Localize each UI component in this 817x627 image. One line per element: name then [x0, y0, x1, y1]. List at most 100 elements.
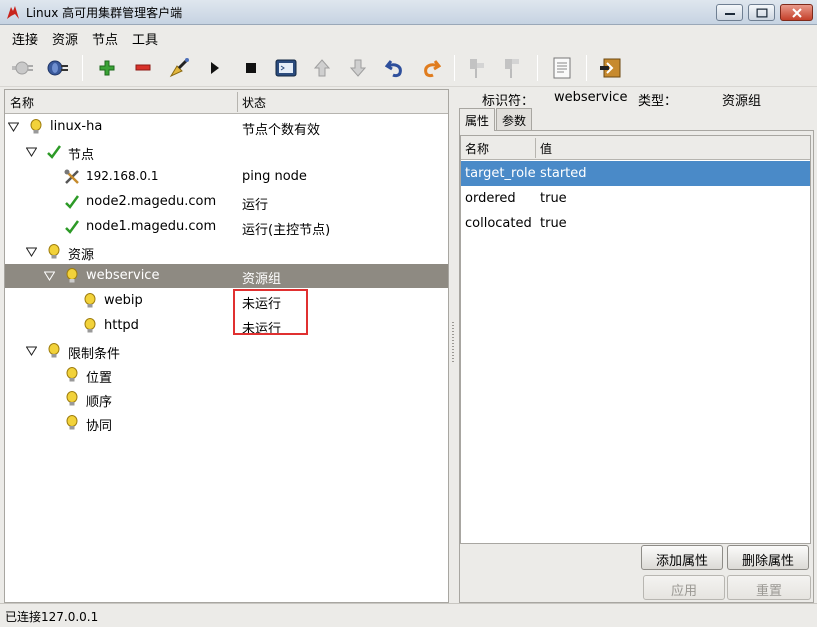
menu-node[interactable]: 节点 — [92, 29, 118, 48]
lightbulb-icon — [66, 268, 78, 283]
menu-resource[interactable]: 资源 — [52, 29, 78, 48]
column-header-name[interactable]: 名称 — [10, 94, 34, 111]
lightbulb-icon — [66, 391, 78, 406]
active-icon — [505, 59, 519, 78]
tree-label: 资源 — [68, 248, 95, 263]
type-label: 类型： — [638, 94, 678, 109]
undo-button[interactable] — [382, 55, 408, 81]
table-row[interactable]: target_role started — [461, 161, 810, 186]
tree-row-nodes[interactable]: 节点 — [5, 140, 448, 164]
tree-row-ping-node[interactable]: 192.168.0.1 ping node — [5, 165, 448, 189]
disconnect-icon — [47, 60, 68, 76]
tab-parameters[interactable]: 参数 — [496, 108, 533, 130]
move-up-button[interactable] — [309, 55, 335, 81]
chevron-down-icon[interactable] — [8, 122, 19, 132]
cleanup-button[interactable] — [166, 55, 192, 81]
reset-button[interactable]: 重置 — [727, 575, 811, 600]
tree-label: 顺序 — [86, 395, 113, 410]
id-label: 标识符： — [482, 94, 535, 109]
tree-row-httpd[interactable]: httpd 未运行 — [5, 314, 448, 338]
move-up-icon — [314, 59, 330, 77]
tree-row-colocation[interactable]: 协同 — [5, 411, 448, 435]
tree-row-webservice[interactable]: webservice 资源组 — [5, 264, 448, 288]
attribute-name: collocated — [465, 216, 532, 231]
menu-connect[interactable]: 连接 — [12, 29, 38, 48]
column-header-value[interactable]: 值 — [540, 140, 552, 157]
tree-label: webip — [104, 293, 143, 308]
redo-icon — [424, 60, 441, 78]
checkmark-icon — [65, 220, 79, 234]
lightbulb-icon — [66, 367, 78, 382]
tree-row-cluster[interactable]: linux-ha 节点个数有效 — [5, 115, 448, 139]
stop-icon — [246, 63, 256, 73]
attribute-value: started — [540, 166, 587, 181]
move-down-icon — [350, 59, 366, 77]
tree-label: 192.168.0.1 — [86, 169, 159, 183]
minimize-icon — [724, 12, 735, 15]
minimize-button[interactable] — [716, 4, 743, 21]
table-row[interactable]: ordered true — [461, 186, 810, 211]
menu-bar: 连接 资源 节点 工具 — [0, 25, 817, 49]
tree-label: webservice — [86, 268, 160, 283]
active-button[interactable] — [499, 55, 525, 81]
connection-status: 已连接127.0.0.1 — [5, 610, 99, 624]
tree-status: ping node — [242, 169, 307, 184]
toolbar — [0, 49, 817, 87]
lightbulb-icon — [66, 415, 78, 430]
connect-button[interactable] — [9, 55, 35, 81]
tree-label: httpd — [104, 318, 139, 333]
chevron-down-icon[interactable] — [26, 147, 37, 157]
tree-label: 节点 — [68, 148, 95, 163]
table-header: 名称 值 — [461, 136, 810, 160]
tree-label: 协同 — [86, 419, 113, 434]
apply-button[interactable]: 应用 — [643, 575, 725, 600]
attribute-value: true — [540, 216, 567, 231]
maximize-button[interactable] — [748, 4, 775, 21]
add-button[interactable] — [94, 55, 120, 81]
tree-row-order[interactable]: 顺序 — [5, 387, 448, 411]
standby-icon — [470, 59, 484, 78]
lightbulb-icon — [84, 318, 96, 333]
attribute-name: ordered — [465, 191, 516, 206]
tree-row-node1[interactable]: node1.magedu.com 运行(主控节点) — [5, 215, 448, 239]
tree-status: 运行 — [242, 198, 269, 213]
menu-tools[interactable]: 工具 — [132, 29, 158, 48]
table-row[interactable]: collocated true — [461, 211, 810, 236]
stop-button[interactable] — [238, 55, 264, 81]
type-value: 资源组 — [722, 94, 762, 109]
tree-row-webip[interactable]: webip 未运行 — [5, 289, 448, 313]
add-attribute-button[interactable]: 添加属性 — [641, 545, 723, 570]
chevron-down-icon[interactable] — [26, 247, 37, 257]
maximize-icon — [756, 8, 767, 17]
tree-status: 运行(主控节点) — [242, 223, 331, 238]
column-header-name[interactable]: 名称 — [465, 140, 489, 157]
exit-button[interactable] — [597, 55, 623, 81]
app-logo-icon — [7, 6, 19, 19]
tree-row-location[interactable]: 位置 — [5, 363, 448, 387]
chevron-down-icon[interactable] — [44, 271, 55, 281]
tree-row-resources[interactable]: 资源 — [5, 240, 448, 264]
column-header-status[interactable]: 状态 — [242, 94, 266, 111]
redo-button[interactable] — [418, 55, 444, 81]
checkmark-icon — [47, 145, 61, 159]
tab-attributes[interactable]: 属性 — [459, 108, 496, 131]
lightbulb-icon — [48, 343, 60, 358]
start-button[interactable] — [202, 55, 228, 81]
standby-button[interactable] — [464, 55, 490, 81]
tree-row-constraints[interactable]: 限制条件 — [5, 339, 448, 363]
close-button[interactable] — [780, 4, 813, 21]
lightbulb-icon — [30, 119, 42, 134]
chevron-down-icon[interactable] — [26, 346, 37, 356]
console-icon — [275, 59, 297, 77]
start-icon — [211, 62, 219, 74]
remove-button[interactable] — [130, 55, 156, 81]
move-down-button[interactable] — [345, 55, 371, 81]
tree-row-node2[interactable]: node2.magedu.com 运行 — [5, 190, 448, 214]
remove-icon — [135, 64, 151, 71]
console-button[interactable] — [273, 55, 299, 81]
attributes-table: 名称 值 target_role started ordered true co… — [460, 135, 811, 544]
add-icon — [99, 60, 115, 76]
delete-attribute-button[interactable]: 删除属性 — [727, 545, 809, 570]
log-button[interactable] — [549, 55, 575, 81]
disconnect-button[interactable] — [45, 55, 71, 81]
